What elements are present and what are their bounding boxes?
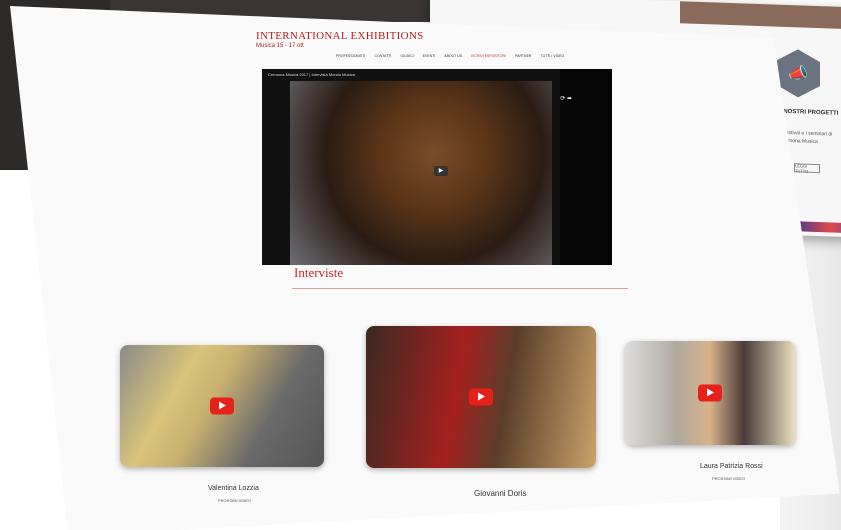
section-title: Interviste <box>294 265 344 280</box>
interview-thumbnail-3[interactable] <box>625 341 795 445</box>
interview-thumbnail-2[interactable] <box>366 326 596 468</box>
main-nav: PROFESSIONISTI CONTATTI GIUDICI EVENTI A… <box>336 54 564 58</box>
nav-item-video[interactable]: TUTTI I VIDEO <box>540 54 564 58</box>
youtube-play-icon[interactable] <box>210 397 234 415</box>
interview-more-3[interactable]: PROSSIMI VIDEO <box>712 476 745 481</box>
youtube-play-icon[interactable] <box>698 384 722 402</box>
share-icon[interactable]: ⟳ ➦ <box>560 95 572 102</box>
read-more-button[interactable]: LEGGI TUTTO <box>794 163 820 173</box>
nav-item-contatti[interactable]: CONTATTI <box>374 54 391 58</box>
video-frame <box>290 81 552 265</box>
youtube-play-icon[interactable] <box>469 388 493 406</box>
nav-item-giudici[interactable]: GIUDICI <box>400 54 413 58</box>
back-screen-heading: I NOSTRI PROGETTI <box>780 108 839 117</box>
nav-item-partner[interactable]: PARTNER <box>515 54 531 58</box>
interview-more-1[interactable]: PROSSIMI VIDEO <box>218 498 251 503</box>
back-screen-strip <box>800 221 841 234</box>
site-logo-subtitle: Musica 15 - 17 ott <box>256 43 304 49</box>
video-title: Cremona Musica 2017 | Intervista Mondo M… <box>268 72 355 77</box>
interview-name-1[interactable]: Valentina Lozzia <box>208 485 259 492</box>
play-icon[interactable]: ▶ <box>434 166 448 176</box>
section-divider <box>292 288 628 289</box>
interview-name-2[interactable]: Giovanni Doris <box>474 489 526 498</box>
video-player[interactable]: Cremona Musica 2017 | Intervista Mondo M… <box>262 69 612 265</box>
megaphone-icon: 📣 <box>776 49 820 99</box>
nav-item-espositori[interactable]: ISCRIVI ESPOSITORI <box>471 54 506 58</box>
nav-item-about[interactable]: ABOUT US <box>444 54 462 58</box>
interview-thumbnail-1[interactable] <box>120 345 324 467</box>
nav-item-professionisti[interactable]: PROFESSIONISTI <box>336 54 365 58</box>
nav-item-eventi[interactable]: EVENTI <box>423 54 436 58</box>
site-logo[interactable]: INTERNATIONAL EXHIBITIONS <box>256 30 423 42</box>
interview-name-3[interactable]: Laura Patrizia Rossi <box>700 463 763 470</box>
back-screen-photo <box>680 1 841 30</box>
